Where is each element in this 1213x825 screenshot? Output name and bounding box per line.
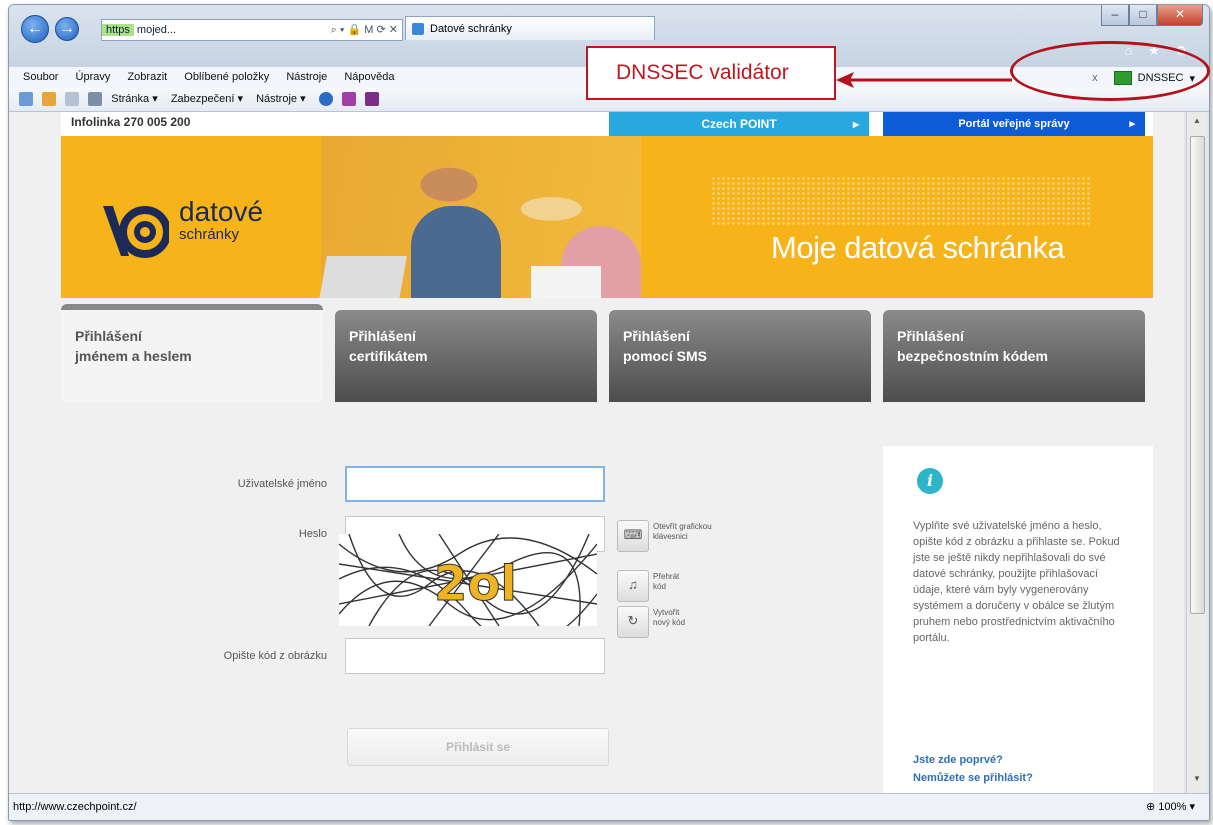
close-window-button[interactable]: ✕ (1157, 5, 1203, 26)
window-controls: – □ ✕ (1101, 5, 1203, 26)
refresh-text[interactable]: Vytvořit nový kód (653, 608, 693, 628)
info-text: Vyplňte své uživatelské jméno a heslo, o… (913, 520, 1120, 644)
favicon-icon (412, 23, 424, 35)
datove-schranky-logo-icon (103, 206, 169, 258)
zoom-level: 100% (1158, 801, 1187, 813)
menu-nastroje[interactable]: Nástroje (286, 71, 327, 83)
address-text: mojed... (136, 24, 177, 36)
keyboard-button[interactable]: ⌨ (617, 520, 649, 552)
tab-bezpecnostni-kod[interactable]: Přihlášení bezpečnostním kódem (883, 310, 1145, 402)
captcha-image: 2ol (339, 534, 597, 626)
scrollbar-thumb[interactable] (1190, 136, 1205, 614)
tab-label: Přihlášení (349, 328, 416, 344)
top-strip: Infolinka 270 005 200 Czech POINT ▸ Port… (61, 112, 1153, 136)
zoom-control[interactable]: ⊕ 100% ▾ (1146, 794, 1195, 820)
status-url: http://www.czechpoint.cz/ (13, 801, 137, 813)
onenote-icon[interactable] (341, 92, 356, 107)
password-label: Heslo (298, 528, 327, 540)
keyboard-icon: ⌨ (623, 527, 643, 542)
forward-button[interactable]: → (55, 17, 79, 41)
tab-sms[interactable]: Přihlášení pomocí SMS (609, 310, 871, 402)
back-button[interactable]: ← (21, 15, 49, 43)
help-icon[interactable] (318, 92, 333, 107)
login-form: Uživatelské jméno Heslo ⌨ Otevřít grafic… (61, 410, 1153, 794)
keyboard-text[interactable]: Otevřít grafickou klávesnici (653, 522, 723, 542)
address-controls[interactable]: ⌕ ▾ 🔒 M ⟳ ✕ (331, 20, 398, 40)
tab-certifikat[interactable]: Přihlášení certifikátem (335, 310, 597, 402)
refresh-captcha-button[interactable]: ↻ (617, 606, 649, 638)
menu-napoveda[interactable]: Nápověda (344, 71, 394, 83)
captcha-code: 2ol (434, 556, 517, 612)
maximize-button[interactable]: □ (1129, 5, 1157, 26)
browser-tab[interactable]: Datové schránky (405, 16, 655, 40)
page-content: Infolinka 270 005 200 Czech POINT ▸ Port… (9, 112, 1184, 794)
username-label: Uživatelské jméno (237, 478, 327, 490)
print-icon[interactable] (88, 92, 103, 107)
infolinka: Infolinka 270 005 200 (71, 115, 191, 129)
refresh-icon: ↻ (627, 613, 639, 628)
browser-window: – □ ✕ ← → https mojed... ⌕ ▾ 🔒 M ⟳ ✕ Dat… (8, 4, 1210, 821)
login-button[interactable]: Přihlásit se (347, 728, 609, 766)
tab-jmeno-heslo[interactable]: Přihlášení jménem a heslem (61, 304, 323, 402)
tab-label: jménem a heslem (75, 348, 192, 364)
scroll-down-icon[interactable]: ▼ (1187, 774, 1207, 790)
banner-dots (711, 176, 1091, 226)
scroll-up-icon[interactable]: ▲ (1187, 116, 1207, 132)
logo-text: datové (179, 196, 264, 227)
status-bar: http://www.czechpoint.cz/ ⊕ 100% ▾ (9, 793, 1209, 820)
banner-photo-person (411, 206, 501, 298)
tab-label: Přihlášení (75, 328, 142, 344)
cmd-zabezpeceni[interactable]: Zabezpečení ▾ (171, 93, 243, 105)
home-icon[interactable] (19, 92, 33, 107)
menu-oblibene[interactable]: Oblíbené položky (184, 71, 269, 83)
banner-photo-laptop (319, 256, 407, 298)
menu-zobrazit[interactable]: Zobrazit (127, 71, 167, 83)
menu-soubor[interactable]: Soubor (23, 71, 58, 83)
portal-label: Portál veřejné správy (958, 118, 1070, 130)
mail-icon[interactable] (65, 92, 80, 107)
cmd-nastroje[interactable]: Nástroje ▾ (256, 93, 306, 105)
annotation-arrow-icon (836, 72, 1012, 88)
info-icon: i (917, 468, 943, 494)
cmd-stranka[interactable]: Stránka ▾ (111, 93, 158, 105)
zoom-icon: ⊕ (1146, 801, 1156, 813)
music-note-icon: ♫ (628, 577, 638, 592)
annotation-ellipse (1010, 41, 1210, 101)
tab-label: certifikátem (349, 348, 428, 364)
tab-label: Přihlášení (897, 328, 964, 344)
vertical-scrollbar[interactable]: ▲ ▼ (1186, 112, 1207, 794)
tab-label: bezpečnostním kódem (897, 348, 1048, 364)
address-bar[interactable]: https mojed... ⌕ ▾ 🔒 M ⟳ ✕ (101, 19, 403, 41)
login-tabs: Přihlášení jménem a heslem Přihlášení ce… (61, 298, 1153, 410)
arrow-right-icon: ▸ (1129, 118, 1135, 130)
first-time-link[interactable]: Jste zde poprvé? (913, 754, 1003, 766)
banner-title: Moje datová schránka (771, 230, 1065, 265)
czechpoint-link[interactable]: Czech POINT ▸ (609, 112, 869, 136)
tab-label: Přihlášení (623, 328, 690, 344)
captcha-input[interactable] (345, 638, 605, 674)
menu-upravy[interactable]: Úpravy (76, 71, 111, 83)
annotation-callout: DNSSEC validátor (586, 46, 836, 100)
tab-label: pomocí SMS (623, 348, 708, 364)
captcha-label: Opište kód z obrázku (223, 650, 327, 662)
minimize-button[interactable]: – (1101, 5, 1129, 26)
play-text[interactable]: Přehrát kód (653, 572, 693, 592)
czechpoint-label: Czech POINT (701, 117, 777, 131)
hero-banner: datové schránky Moje datová schránka (61, 136, 1153, 298)
tab-title: Datové schránky (430, 23, 512, 35)
logo-subtext: schránky (179, 226, 240, 243)
username-input[interactable] (345, 466, 605, 502)
feeds-icon[interactable] (42, 92, 57, 107)
portal-link[interactable]: Portál veřejné správy ▸ (883, 112, 1145, 136)
play-button[interactable]: ♫ (617, 570, 649, 602)
cannot-login-link[interactable]: Nemůžete se přihlásit? (913, 772, 1033, 784)
https-indicator: https (102, 24, 134, 36)
banner-photo-laptop (531, 266, 601, 298)
info-panel: i Vyplňte své uživatelské jméno a heslo,… (883, 446, 1153, 794)
onenote-send-icon[interactable] (364, 92, 379, 107)
arrow-right-icon: ▸ (852, 117, 859, 131)
